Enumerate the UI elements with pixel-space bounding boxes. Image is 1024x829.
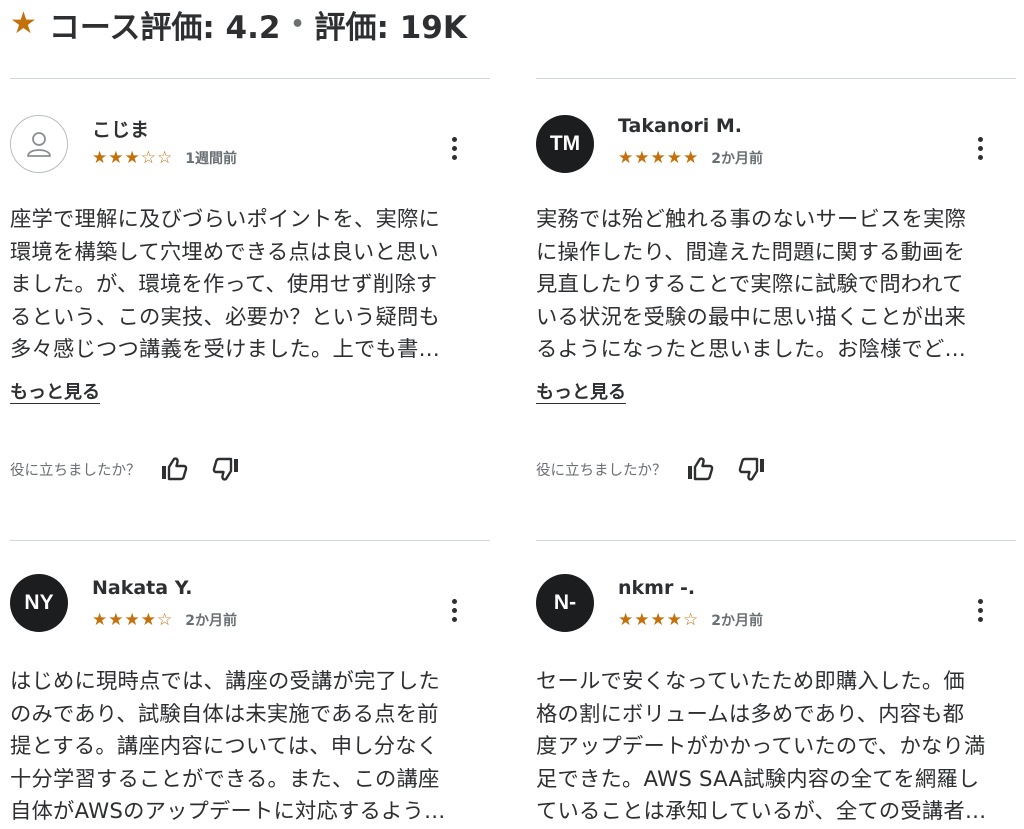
more-options-icon[interactable] bbox=[972, 595, 988, 625]
helpful-question: 役に立ちましたか？ bbox=[536, 462, 667, 479]
review-text-line: 自体がAWSのアップデートに対応するよう… bbox=[10, 799, 446, 824]
header-separator: • bbox=[290, 11, 305, 37]
avatar: TM bbox=[536, 115, 594, 173]
rating-row: ★★★★★ 2か月前 bbox=[618, 148, 763, 168]
more-options-icon[interactable] bbox=[446, 133, 462, 163]
divider bbox=[536, 540, 1016, 541]
review-date: 2か月前 bbox=[711, 613, 763, 629]
course-rating-label: コース評価: 4.2 bbox=[48, 9, 281, 46]
review-date: 2か月前 bbox=[185, 613, 237, 629]
more-options-icon[interactable] bbox=[446, 595, 462, 625]
thumbs-up-icon[interactable] bbox=[685, 454, 715, 484]
helpful-row: 役に立ちましたか？ bbox=[536, 454, 767, 484]
star-icon: ★ bbox=[10, 6, 37, 41]
helpful-question: 役に立ちましたか？ bbox=[10, 462, 141, 479]
review-text: はじめに現時点では、講座の受講が完了した のみであり、試験自体は未実施である点を… bbox=[10, 666, 480, 829]
review-text-line: るという、この実技、必要か？という疑問も bbox=[10, 304, 440, 330]
review-card: N- nkmr -. ★★★★☆ 2か月前 セールで安くなっていたため即購入した… bbox=[536, 540, 1016, 828]
review-text-line: 環境を構築して穴埋めできる点は良いと思い bbox=[10, 239, 439, 265]
review-text-line: 格の割にボリュームは多めであり、内容も都 bbox=[536, 701, 965, 727]
user-outline-icon bbox=[27, 132, 51, 157]
reviewer-name: nkmr -. bbox=[618, 577, 696, 599]
review-text: セールで安くなっていたため即購入した。価 格の割にボリュームは多めであり、内容も… bbox=[536, 666, 1006, 829]
review-text-line: 提とする。講座内容については、申し分なく bbox=[10, 734, 439, 759]
divider bbox=[10, 540, 490, 541]
star-rating: ★★★☆☆ bbox=[92, 147, 174, 168]
rating-count-label: 評価: 19K bbox=[314, 9, 467, 46]
star-rating: ★★★★☆ bbox=[92, 609, 174, 630]
review-text-line: のみであり、試験自体は未実施である点を前 bbox=[10, 701, 439, 727]
review-text-line: はじめに現時点では、講座の受講が完了した bbox=[10, 669, 440, 694]
rating-row: ★★★★☆ 2か月前 bbox=[92, 610, 237, 630]
avatar: NY bbox=[10, 574, 68, 632]
divider bbox=[10, 78, 490, 79]
show-more-link[interactable]: もっと見る bbox=[10, 378, 100, 404]
review-text-line: 十分学習することができる。また、この講座 bbox=[10, 766, 440, 792]
show-more-link[interactable]: もっと見る bbox=[536, 378, 626, 404]
helpful-row: 役に立ちましたか？ bbox=[10, 454, 241, 484]
review-text-line: 実務では殆ど触れる事のないサービスを実際 bbox=[536, 207, 966, 232]
review-text-line: 多々感じつつ講義を受けました。上でも書… bbox=[10, 337, 440, 362]
review-text-line: ました。が、環境を作って、使用せず削除す bbox=[10, 272, 438, 297]
reviewer-name: Nakata Y. bbox=[92, 577, 193, 599]
review-card: NY Nakata Y. ★★★★☆ 2か月前 はじめに現時点では、講座の受講が… bbox=[10, 540, 490, 828]
thumbs-down-icon[interactable] bbox=[737, 454, 767, 484]
course-rating-header: ★ コース評価: 4.2 • 評価: 19K bbox=[10, 2, 467, 46]
review-text: 座学で理解に及びづらいポイントを、実際に 環境を構築して穴埋めできる点は良いと思… bbox=[10, 204, 480, 367]
review-date: 1週間前 bbox=[185, 151, 237, 167]
rating-row: ★★★☆☆ 1週間前 bbox=[92, 148, 237, 168]
review-text-line: 見直したりすることで実際に試験で問われて bbox=[536, 272, 964, 297]
review-text: 実務では殆ど触れる事のないサービスを実際 に操作したり、間違えた問題に関する動画… bbox=[536, 204, 1006, 367]
reviewer-name: こじま bbox=[92, 119, 150, 141]
review-text-line: いる状況を受験の最中に思い描くことが出来 bbox=[536, 304, 966, 330]
thumbs-down-icon[interactable] bbox=[211, 454, 241, 484]
review-text-line: ていることは承知しているが、全ての受講者… bbox=[536, 799, 987, 824]
more-options-icon[interactable] bbox=[972, 133, 988, 163]
avatar bbox=[10, 115, 68, 173]
star-rating: ★★★★★ bbox=[618, 147, 700, 168]
review-date: 2か月前 bbox=[711, 151, 763, 167]
review-text-line: 足できた。AWS SAA試験内容の全てを網羅し bbox=[536, 766, 980, 792]
review-card: こじま ★★★☆☆ 1週間前 座学で理解に及びづらいポイントを、実際に 環境を構… bbox=[10, 78, 490, 518]
review-text-line: るようになったと思いました。お陰様でど… bbox=[536, 337, 966, 362]
review-card: TM Takanori M. ★★★★★ 2か月前 実務では殆ど触れる事のないサ… bbox=[536, 78, 1016, 518]
review-text-line: セールで安くなっていたため即購入した。価 bbox=[536, 669, 965, 694]
avatar: N- bbox=[536, 574, 594, 632]
rating-row: ★★★★☆ 2か月前 bbox=[618, 610, 763, 630]
star-rating: ★★★★☆ bbox=[618, 609, 700, 630]
review-text-line: 座学で理解に及びづらいポイントを、実際に bbox=[10, 207, 440, 232]
review-text-line: 度アップデートがかかっていたので、かなり満 bbox=[536, 734, 986, 759]
thumbs-up-icon[interactable] bbox=[159, 454, 189, 484]
reviewer-name: Takanori M. bbox=[618, 115, 742, 137]
review-text-line: に操作したり、間違えた問題に関する動画を bbox=[536, 239, 966, 265]
divider bbox=[536, 78, 1016, 79]
